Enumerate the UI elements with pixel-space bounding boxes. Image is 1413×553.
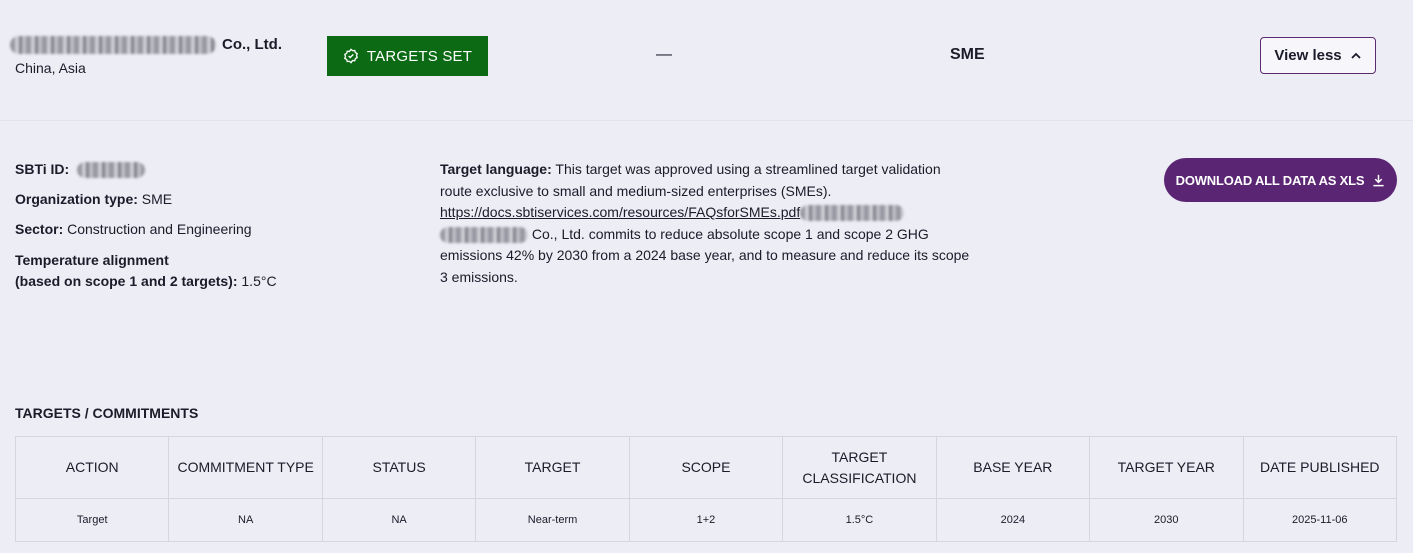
cell-scope: 1+2 bbox=[628, 498, 784, 542]
col-action: ACTION bbox=[14, 436, 170, 499]
col-base-year: BASE YEAR bbox=[935, 436, 1091, 499]
organization-type: Organization type: SME bbox=[15, 189, 172, 210]
cell-date-published: 2025-11-06 bbox=[1242, 498, 1397, 542]
target-language: Target language: This target was approve… bbox=[440, 159, 970, 288]
sbti-id-label: SBTi ID: bbox=[15, 161, 70, 177]
sector: Sector: Construction and Engineering bbox=[15, 219, 252, 240]
view-less-button[interactable]: View less bbox=[1260, 37, 1376, 74]
cell-action: Target bbox=[14, 498, 170, 542]
company-size: SME bbox=[950, 46, 985, 63]
table-row: Target NA NA Near-term 1+2 1.5°C 2024 20… bbox=[14, 498, 1397, 542]
redacted-company-name bbox=[10, 36, 216, 55]
cell-base-year: 2024 bbox=[935, 498, 1091, 542]
col-target: TARGET bbox=[475, 436, 630, 499]
cell-commitment-type: NA bbox=[168, 498, 323, 542]
section-title: TARGETS / COMMITMENTS bbox=[15, 405, 199, 421]
sector-label: Sector: bbox=[15, 221, 64, 237]
col-target-classification: TARGET CLASSIFICATION bbox=[782, 436, 937, 499]
col-scope: SCOPE bbox=[628, 436, 784, 499]
col-date-published: DATE PUBLISHED bbox=[1242, 436, 1397, 499]
chevron-up-icon bbox=[1351, 52, 1361, 59]
cell-target-classification: 1.5°C bbox=[782, 498, 937, 542]
col-target-year: TARGET YEAR bbox=[1089, 436, 1244, 499]
redacted-company-name-3 bbox=[440, 226, 528, 243]
redacted-sbti-id bbox=[77, 162, 146, 179]
company-header-row: Co., Ltd. China, Asia TARGETS SET — SME … bbox=[0, 0, 1413, 121]
org-type-value: SME bbox=[141, 191, 173, 207]
download-label: DOWNLOAD ALL DATA AS XLS bbox=[1175, 172, 1365, 188]
view-less-label: View less bbox=[1274, 47, 1342, 64]
col-commitment-type: COMMITMENT TYPE bbox=[168, 436, 323, 499]
targets-set-label: TARGETS SET bbox=[366, 47, 473, 65]
sbti-id: SBTi ID: bbox=[15, 159, 146, 180]
col-status: STATUS bbox=[321, 436, 477, 499]
temperature-alignment: Temperature alignment (based on scope 1 … bbox=[15, 250, 277, 292]
temp-value: 1.5°C bbox=[241, 273, 277, 289]
download-icon bbox=[1373, 174, 1384, 186]
company-suffix: Co., Ltd. bbox=[222, 36, 282, 53]
sector-value: Construction and Engineering bbox=[67, 221, 252, 237]
target-language-label: Target language: bbox=[440, 161, 552, 177]
cell-target-year: 2030 bbox=[1089, 498, 1244, 542]
sme-faq-link[interactable]: https://docs.sbtiservices.com/resources/… bbox=[440, 204, 800, 220]
table-header-row: ACTION COMMITMENT TYPE STATUS TARGET SCO… bbox=[14, 436, 1397, 499]
targets-set-badge: TARGETS SET bbox=[327, 36, 488, 76]
company-name: Co., Ltd. bbox=[10, 36, 282, 55]
temp-label-line2: (based on scope 1 and 2 targets): bbox=[15, 273, 238, 289]
targets-table: ACTION COMMITMENT TYPE STATUS TARGET SCO… bbox=[14, 436, 1397, 542]
download-xls-button[interactable]: DOWNLOAD ALL DATA AS XLS bbox=[1164, 158, 1397, 202]
cell-status: NA bbox=[321, 498, 477, 542]
badge-check-icon bbox=[343, 48, 358, 64]
org-type-label: Organization type: bbox=[15, 191, 138, 207]
cell-target: Near-term bbox=[475, 498, 630, 542]
redacted-company-name-2 bbox=[800, 205, 905, 222]
empty-value-dash: — bbox=[656, 46, 672, 63]
company-location: China, Asia bbox=[15, 60, 86, 76]
temp-label-line1: Temperature alignment bbox=[15, 252, 169, 268]
